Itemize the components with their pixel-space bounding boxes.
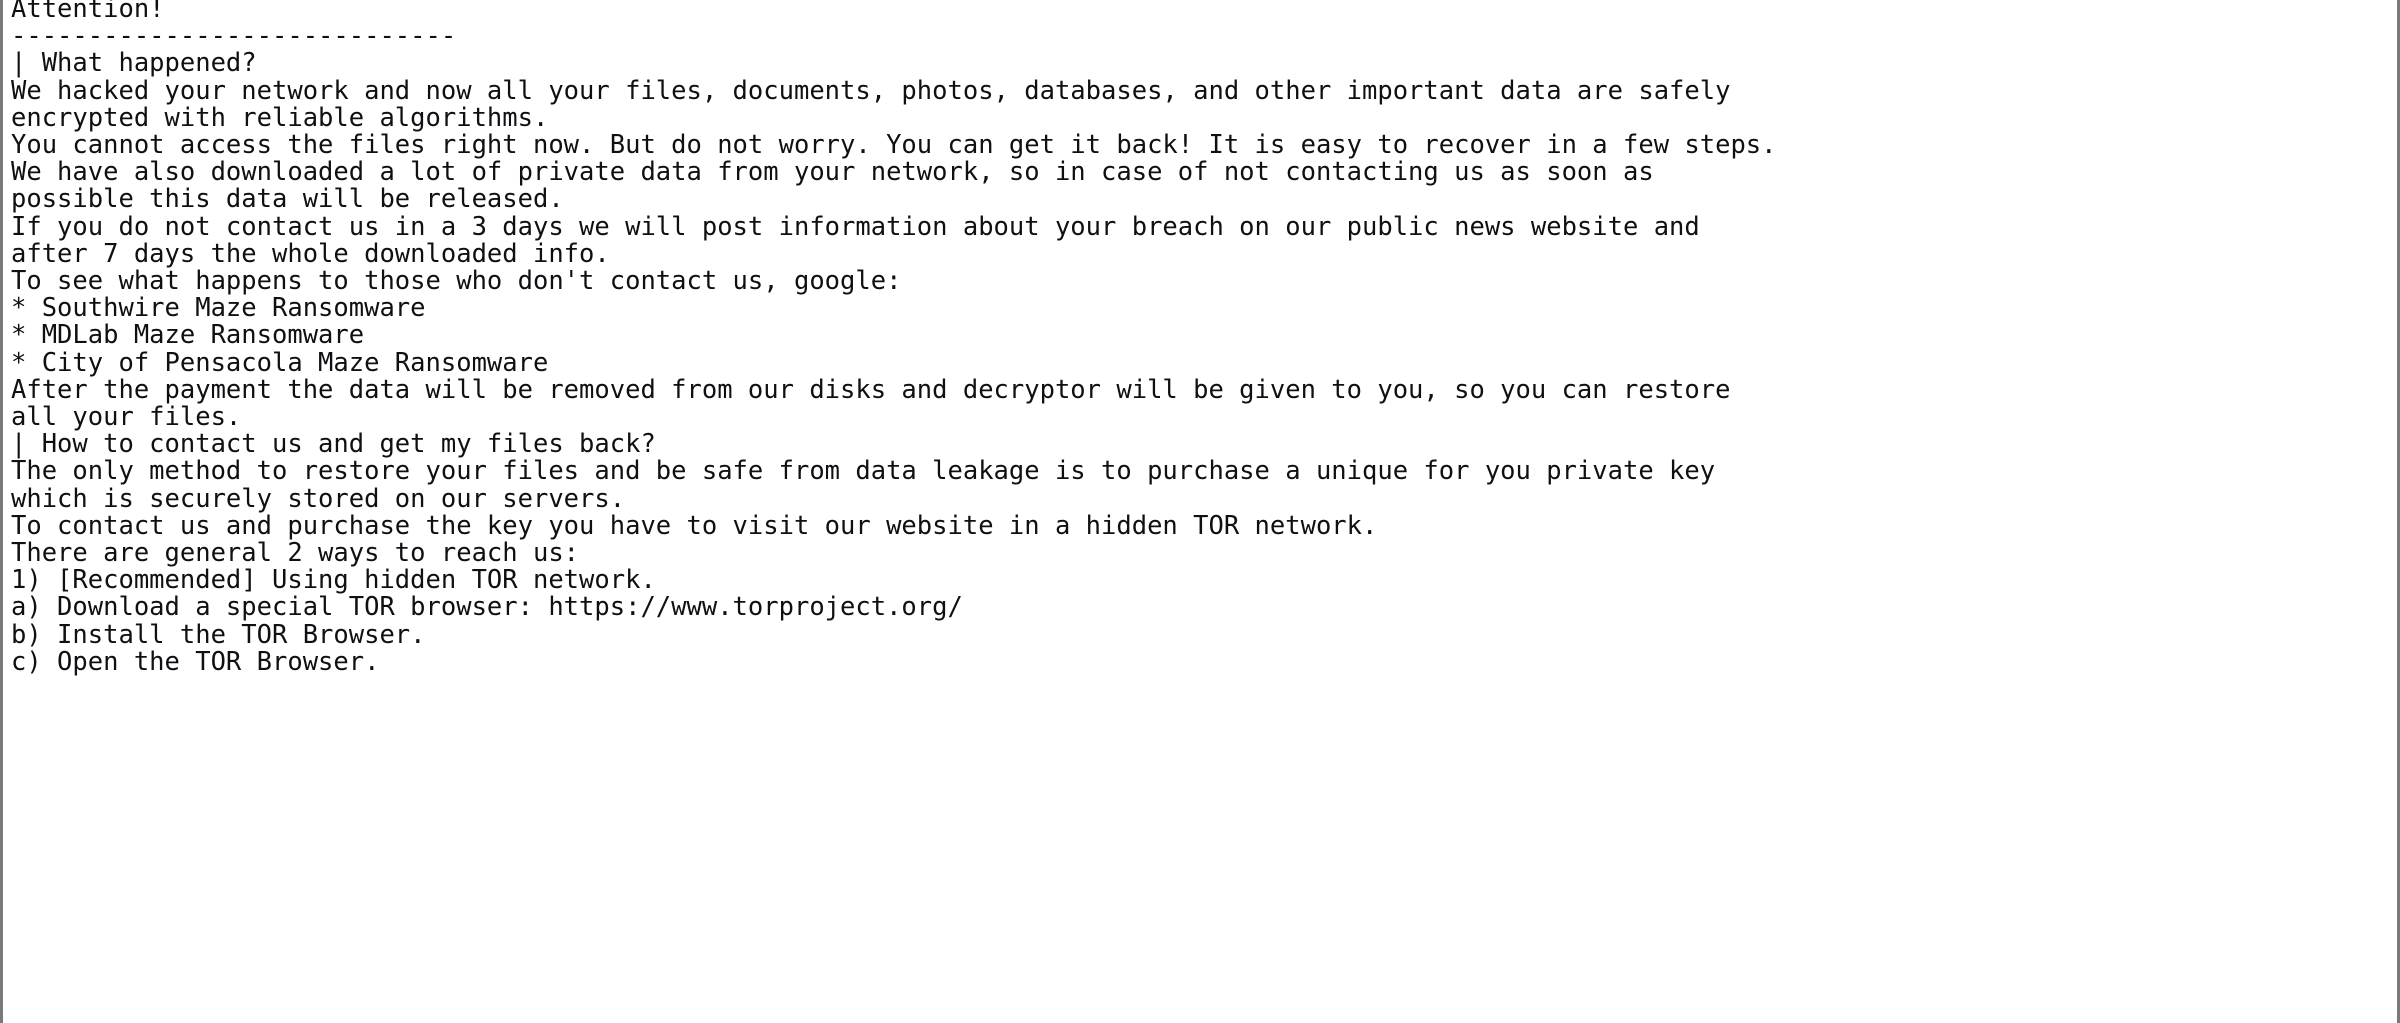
note-line-step-b: b) Install the TOR Browser.	[11, 619, 426, 650]
note-line: after 7 days the whole downloaded info.	[11, 238, 610, 269]
note-line: all your files.	[11, 402, 242, 433]
note-line: The only method to restore your files an…	[11, 456, 1716, 487]
note-line: We have also downloaded a lot of private…	[11, 157, 1654, 188]
note-line: If you do not contact us in a 3 days we …	[11, 211, 1700, 242]
note-line-google-example: * City of Pensacola Maze Ransomware	[11, 347, 549, 378]
note-line: possible this data will be released.	[11, 184, 564, 215]
note-line-separator: -----------------------------	[11, 21, 457, 52]
note-line-google-example: * Southwire Maze Ransomware	[11, 293, 426, 324]
note-line-step-c: c) Open the TOR Browser.	[11, 646, 380, 677]
ransom-note-text-body[interactable]: Attention! -----------------------------…	[11, 0, 2397, 676]
ransom-note-viewer[interactable]: Attention! -----------------------------…	[0, 0, 2400, 1023]
note-line-step-a-tor-url: a) Download a special TOR browser: https…	[11, 592, 963, 623]
note-line-section-how-to-contact: | How to contact us and get my files bac…	[11, 429, 656, 460]
note-line: To contact us and purchase the key you h…	[11, 510, 1378, 541]
note-line-section-what-happened: | What happened?	[11, 48, 257, 79]
note-line: There are general 2 ways to reach us:	[11, 538, 580, 569]
note-line: We hacked your network and now all your …	[11, 75, 1731, 106]
note-line-step-1: 1) [Recommended] Using hidden TOR networ…	[11, 565, 656, 596]
note-line: You cannot access the files right now. B…	[11, 130, 1777, 161]
note-line: After the payment the data will be remov…	[11, 374, 1731, 405]
note-line: encrypted with reliable algorithms.	[11, 102, 549, 133]
note-line-title: Attention!	[11, 0, 165, 24]
note-line: which is securely stored on our servers.	[11, 483, 626, 514]
note-line: To see what happens to those who don't c…	[11, 266, 902, 297]
note-line-google-example: * MDLab Maze Ransomware	[11, 320, 365, 351]
